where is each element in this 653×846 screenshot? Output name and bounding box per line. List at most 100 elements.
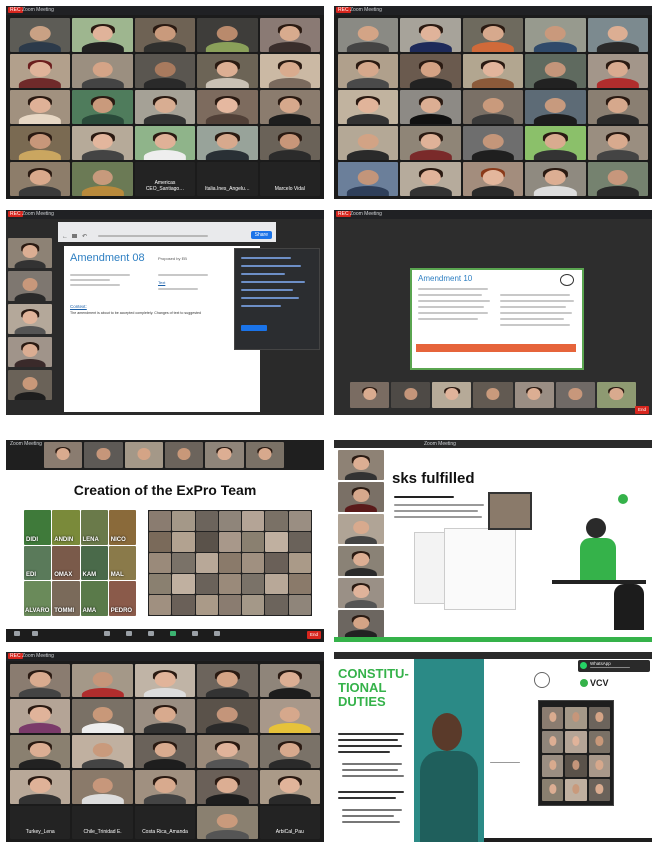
- participant-tile[interactable]: [338, 482, 384, 512]
- participant-tile[interactable]: [72, 770, 133, 804]
- participant-tile[interactable]: [72, 90, 133, 124]
- participant-tile[interactable]: [588, 755, 610, 777]
- participant-tile[interactable]: [72, 664, 133, 698]
- participant-tile[interactable]: [338, 162, 399, 196]
- participant-tile[interactable]: [338, 610, 384, 638]
- participants-icon[interactable]: [126, 631, 132, 636]
- participant-tile[interactable]: [588, 731, 610, 753]
- participant-tile[interactable]: [259, 699, 320, 733]
- participant-tile[interactable]: [542, 779, 564, 801]
- participant-tile[interactable]: [338, 546, 384, 576]
- participant-tile[interactable]: [525, 18, 586, 52]
- participant-tile[interactable]: [259, 90, 320, 124]
- participant-tile[interactable]: [338, 450, 384, 480]
- participant-tile[interactable]: [134, 18, 196, 52]
- participant-tile[interactable]: [565, 755, 587, 777]
- participant-tile[interactable]: [124, 442, 163, 468]
- participant-tile[interactable]: [259, 664, 320, 698]
- participant-tile[interactable]: Marcelo Vidal: [259, 162, 320, 196]
- participant-tile[interactable]: [565, 707, 587, 729]
- participant-tile[interactable]: [134, 126, 196, 160]
- participant-tile[interactable]: Chile_Trinidad E.: [72, 805, 133, 839]
- comment-button[interactable]: [241, 325, 267, 331]
- participant-tile[interactable]: [525, 54, 586, 88]
- participant-tile[interactable]: [259, 126, 320, 160]
- participant-tile[interactable]: [72, 54, 133, 88]
- participant-tile[interactable]: [134, 90, 196, 124]
- participant-tile[interactable]: [134, 664, 196, 698]
- participant-tile[interactable]: [338, 18, 399, 52]
- participant-tile[interactable]: [10, 734, 71, 769]
- participant-tile[interactable]: [197, 770, 258, 804]
- video-icon[interactable]: [32, 631, 38, 636]
- participant-tile[interactable]: [587, 90, 648, 124]
- participant-tile[interactable]: [259, 18, 320, 52]
- participant-tile[interactable]: [197, 18, 258, 52]
- participant-tile[interactable]: [10, 90, 71, 124]
- participant-tile[interactable]: [462, 18, 524, 52]
- participant-tile[interactable]: [72, 734, 133, 769]
- participant-tile[interactable]: [514, 382, 554, 408]
- participant-tile[interactable]: [245, 442, 284, 468]
- participant-tile[interactable]: [400, 90, 461, 124]
- participant-tile[interactable]: [473, 382, 513, 408]
- participant-tile[interactable]: [565, 779, 587, 801]
- participant-tile[interactable]: Americas CEO_Santiago…: [134, 162, 196, 196]
- participant-tile[interactable]: [197, 734, 258, 769]
- participant-tile[interactable]: [8, 304, 52, 334]
- participant-tile[interactable]: [10, 162, 71, 196]
- participant-tile[interactable]: [205, 442, 244, 468]
- participant-tile[interactable]: [400, 162, 461, 196]
- participant-tile[interactable]: [72, 18, 133, 52]
- end-button[interactable]: End: [634, 406, 649, 414]
- chat-icon[interactable]: [148, 631, 154, 636]
- participant-tile[interactable]: [350, 382, 390, 408]
- share-screen-icon[interactable]: [170, 631, 176, 636]
- participant-tile[interactable]: ArbiCal_Pau: [259, 805, 320, 839]
- participant-tile[interactable]: [587, 162, 648, 196]
- participant-tile[interactable]: [338, 54, 399, 88]
- participant-tile[interactable]: [197, 664, 258, 698]
- participant-tile[interactable]: [525, 126, 586, 160]
- participant-tile[interactable]: [72, 699, 133, 733]
- participant-tile[interactable]: [134, 734, 196, 769]
- participant-tile[interactable]: [10, 664, 71, 698]
- participant-tile[interactable]: [400, 126, 461, 160]
- participant-tile[interactable]: [259, 734, 320, 769]
- security-icon[interactable]: [104, 631, 110, 636]
- participant-tile[interactable]: [338, 90, 399, 124]
- participant-tile[interactable]: [525, 162, 586, 196]
- participant-tile[interactable]: [8, 370, 52, 400]
- participant-tile[interactable]: Turkey_Lena: [10, 805, 71, 839]
- participant-tile[interactable]: [462, 54, 524, 88]
- participant-tile[interactable]: [542, 731, 564, 753]
- participant-tile[interactable]: [596, 382, 636, 408]
- participant-tile[interactable]: [462, 90, 524, 124]
- participant-tile[interactable]: [565, 731, 587, 753]
- mic-icon[interactable]: [14, 631, 20, 636]
- participant-tile[interactable]: [10, 699, 71, 733]
- participant-tile[interactable]: [134, 699, 196, 733]
- record-icon[interactable]: [192, 631, 198, 636]
- participant-tile[interactable]: [432, 382, 472, 408]
- participant-tile[interactable]: Costa Rica_Amanda: [134, 805, 196, 839]
- participant-tile[interactable]: [84, 442, 123, 468]
- participant-tile[interactable]: [400, 54, 461, 88]
- participant-tile[interactable]: [72, 162, 133, 196]
- print-icon[interactable]: [72, 234, 77, 238]
- participant-tile[interactable]: [555, 382, 595, 408]
- participant-tile[interactable]: [44, 442, 83, 468]
- participant-tile[interactable]: [10, 770, 71, 804]
- participant-tile[interactable]: [259, 770, 320, 804]
- participant-tile[interactable]: [587, 126, 648, 160]
- participant-tile[interactable]: [400, 18, 461, 52]
- participant-tile[interactable]: [197, 699, 258, 733]
- participant-tile[interactable]: [134, 54, 196, 88]
- participant-tile[interactable]: [8, 337, 52, 367]
- participant-tile[interactable]: [462, 162, 524, 196]
- participant-tile[interactable]: [134, 770, 196, 804]
- participant-tile[interactable]: Italia.Ines_Angelu…: [197, 162, 258, 196]
- back-icon[interactable]: ←: [62, 234, 68, 240]
- participant-tile[interactable]: [542, 707, 564, 729]
- participant-tile[interactable]: [197, 54, 258, 88]
